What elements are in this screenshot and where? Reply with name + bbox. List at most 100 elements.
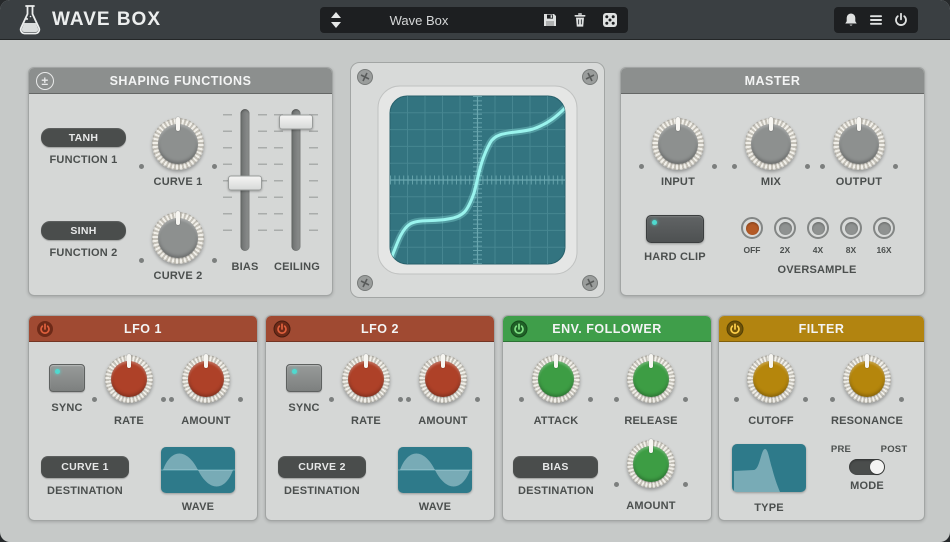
randomize-dice-icon[interactable]	[602, 12, 618, 28]
lfo1-panel: LFO 1 SYNC RATE AMOUNT CURVE 1 DESTINATI…	[28, 315, 258, 521]
lfo2-header: LFO 2	[266, 316, 494, 342]
release-knob[interactable]	[627, 355, 675, 403]
master-header: MASTER	[621, 68, 924, 94]
filter-type-display[interactable]	[732, 444, 806, 492]
lfo1-destination-button[interactable]: CURVE 1	[41, 456, 129, 478]
preset-name[interactable]: Wave Box	[320, 7, 518, 33]
ceiling-label: CEILING	[274, 261, 318, 273]
filter-panel: FILTER CUTOFF RESONANCE TYPE PRE POST MO…	[718, 315, 925, 521]
function1-select-button[interactable]: TANH	[41, 128, 126, 147]
delete-icon[interactable]	[572, 12, 588, 28]
resonance-knob[interactable]	[843, 355, 891, 403]
master-panel: MASTER INPUT MIX OUTPUT HARD CLIP OFF 2X…	[620, 67, 925, 296]
mode-toggle-knob[interactable]	[870, 460, 884, 474]
attack-knob[interactable]	[532, 355, 580, 403]
cutoff-label: CUTOFF	[731, 415, 811, 427]
release-label: RELEASE	[611, 415, 691, 427]
shaping-functions-panel: ± SHAPING FUNCTIONS TANH FUNCTION 1 SINH…	[28, 67, 333, 296]
env-follower-header: ENV. FOLLOWER	[503, 316, 711, 342]
filter-type-label: TYPE	[729, 502, 809, 514]
lfo2-power-icon[interactable]	[273, 320, 291, 338]
lfo1-amount-label: AMOUNT	[166, 415, 246, 427]
lfo2-wave-label: WAVE	[395, 501, 475, 513]
lfo1-power-icon[interactable]	[36, 320, 54, 338]
plugin-window: WAVE BOX Wave Box	[0, 0, 950, 542]
lfo2-sync-button[interactable]	[286, 364, 322, 392]
titlebar: WAVE BOX Wave Box	[0, 0, 950, 40]
system-bar	[834, 7, 918, 33]
oversample-radio-8x[interactable]	[840, 217, 862, 239]
oversample-2x-label: 2X	[770, 245, 800, 255]
curve2-knob[interactable]	[152, 212, 204, 264]
bias-slider[interactable]	[223, 109, 267, 251]
lfo2-destination-button[interactable]: CURVE 2	[278, 456, 366, 478]
input-knob[interactable]	[652, 118, 704, 170]
lfo2-amount-knob[interactable]	[419, 355, 467, 403]
function2-select-button[interactable]: SINH	[41, 221, 126, 240]
lfo1-sync-led	[55, 369, 60, 374]
ceiling-slider-handle[interactable]	[279, 114, 313, 129]
oversample-radio-16x[interactable]	[873, 217, 895, 239]
lfo1-wave-display[interactable]	[161, 447, 235, 493]
oscilloscope-display	[350, 62, 605, 298]
save-icon[interactable]	[542, 12, 558, 28]
oversample-radio-off[interactable]	[741, 217, 763, 239]
oversample-4x-label: 4X	[803, 245, 833, 255]
lfo2-rate-knob[interactable]	[342, 355, 390, 403]
notifications-bell-icon[interactable]	[843, 12, 859, 28]
flask-logo-icon	[16, 4, 44, 36]
mode-pre-label: PRE	[821, 444, 861, 455]
lfo2-sync-led	[292, 369, 297, 374]
lfo2-rate-label: RATE	[326, 415, 406, 427]
resonance-label: RESONANCE	[827, 415, 907, 427]
lowpass-filter-curve-icon	[732, 444, 806, 492]
oversample-16x-label: 16X	[869, 245, 899, 255]
lfo2-amount-label: AMOUNT	[403, 415, 483, 427]
lfo2-wave-display[interactable]	[398, 447, 472, 493]
shaping-functions-header: ± SHAPING FUNCTIONS	[29, 68, 332, 94]
lfo2-title: LFO 2	[361, 322, 399, 336]
lfo1-rate-knob[interactable]	[105, 355, 153, 403]
mode-post-label: POST	[874, 444, 914, 455]
master-title: MASTER	[745, 74, 801, 88]
oversample-radio-4x[interactable]	[807, 217, 829, 239]
power-icon[interactable]	[893, 12, 909, 28]
curve1-knob[interactable]	[152, 118, 204, 170]
cutoff-knob[interactable]	[747, 355, 795, 403]
hard-clip-led	[652, 220, 657, 225]
lfo1-sync-button[interactable]	[49, 364, 85, 392]
lfo1-title: LFO 1	[124, 322, 162, 336]
filter-header: FILTER	[719, 316, 924, 342]
mix-knob[interactable]	[745, 118, 797, 170]
oversample-radio-2x[interactable]	[774, 217, 796, 239]
env-destination-label: DESTINATION	[512, 485, 600, 497]
env-follower-power-icon[interactable]	[510, 320, 528, 338]
env-follower-title: ENV. FOLLOWER	[552, 322, 662, 336]
env-amount-knob[interactable]	[627, 440, 675, 488]
hard-clip-label: HARD CLIP	[635, 251, 715, 263]
brand: WAVE BOX	[16, 4, 161, 36]
oscilloscope	[350, 62, 605, 298]
filter-power-icon[interactable]	[726, 320, 744, 338]
env-amount-label: AMOUNT	[611, 500, 691, 512]
output-knob[interactable]	[833, 118, 885, 170]
bias-label: BIAS	[223, 261, 267, 273]
bias-slider-handle[interactable]	[228, 175, 262, 190]
plus-minus-icon[interactable]: ±	[36, 72, 54, 90]
mode-toggle[interactable]	[849, 459, 885, 475]
hard-clip-button[interactable]	[646, 215, 704, 243]
curve2-label: CURVE 2	[138, 270, 218, 282]
env-follower-panel: ENV. FOLLOWER ATTACK RELEASE BIAS DESTIN…	[502, 315, 712, 521]
lfo1-amount-knob[interactable]	[182, 355, 230, 403]
ceiling-slider[interactable]	[274, 109, 318, 251]
lfo1-wave-label: WAVE	[158, 501, 238, 513]
menu-icon[interactable]	[868, 12, 884, 28]
lfo1-destination-label: DESTINATION	[41, 485, 129, 497]
mode-label: MODE	[827, 480, 907, 492]
lfo1-sine-wave-icon	[161, 447, 235, 493]
function1-label: FUNCTION 1	[41, 154, 126, 166]
shaping-functions-title: SHAPING FUNCTIONS	[110, 74, 252, 88]
env-destination-button[interactable]: BIAS	[513, 456, 598, 478]
preset-bar: Wave Box	[320, 7, 628, 33]
curve1-label: CURVE 1	[138, 176, 218, 188]
